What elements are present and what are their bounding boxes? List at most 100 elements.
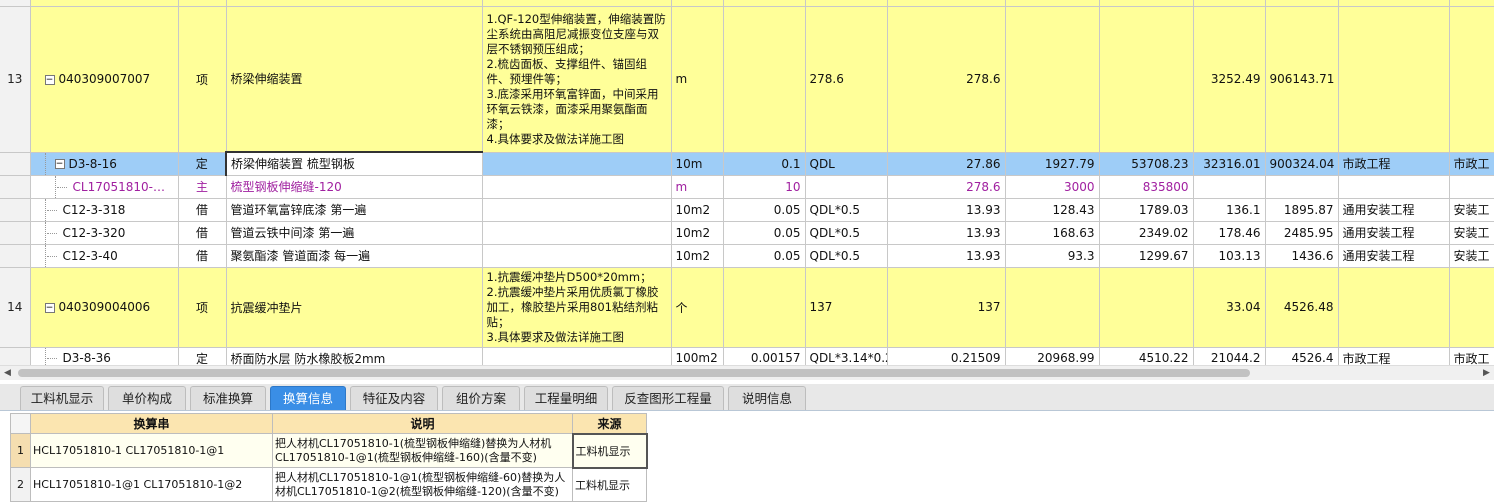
item-code[interactable]: C12-3-320 <box>30 221 179 245</box>
table-row[interactable]: 13−040309007007 项桥梁伸缩装置 1.QF-120型伸缩装置，伸缩装置… <box>0 6 1494 153</box>
row-index[interactable]: 13 <box>0 6 31 153</box>
content-coefficient[interactable]: 0.05 <box>723 198 806 222</box>
tab-reverse-graphic-quantity[interactable]: 反查图形工程量 <box>612 386 724 410</box>
quota-grid[interactable]: 13−040309007007 项桥梁伸缩装置 1.QF-120型伸缩装置，伸缩装置… <box>0 0 1494 365</box>
item-unit[interactable]: 10m2 <box>671 221 724 245</box>
quantity-expression[interactable]: QDL <box>805 152 888 176</box>
item-unit[interactable]: 个 <box>671 267 724 348</box>
table-row[interactable]: C12-3-320 借管道云铁中间漆 第一遍 10m2 0.05 QDL*0.5 13.9… <box>0 221 1494 245</box>
header-description[interactable]: 说明 <box>272 413 573 434</box>
item-type[interactable]: 借 <box>178 198 227 222</box>
composite-amount[interactable] <box>1265 175 1339 199</box>
tab-pricing-scheme[interactable]: 组价方案 <box>442 386 520 410</box>
composite-amount[interactable]: 4526.48 <box>1265 267 1339 348</box>
content-coefficient[interactable]: 0.1 <box>723 152 806 176</box>
content-coefficient[interactable]: 0.00157 <box>723 347 806 365</box>
row-index[interactable] <box>0 347 31 365</box>
specialty[interactable]: 市政工程 <box>1338 152 1450 176</box>
item-name[interactable]: 桥梁伸缩装置 <box>226 6 483 153</box>
item-type[interactable]: 借 <box>178 244 227 268</box>
composite-amount[interactable]: 1895.87 <box>1265 198 1339 222</box>
item-name[interactable]: 管道环氧富锌底漆 第一遍 <box>226 198 483 222</box>
scroll-right-icon[interactable]: ▶ <box>1479 366 1494 380</box>
unit-price[interactable]: 1927.79 <box>1005 152 1100 176</box>
specialty[interactable]: 通用安装工程 <box>1338 198 1450 222</box>
item-type[interactable]: 定 <box>178 152 227 176</box>
quantity[interactable]: 13.93 <box>887 221 1006 245</box>
horizontal-scrollbar[interactable]: ◀ ▶ <box>0 365 1494 380</box>
item-name[interactable]: 梳型钢板伸缩缝-120 <box>226 175 483 199</box>
composite-amount[interactable]: 906143.71 <box>1265 6 1339 153</box>
fee-type[interactable]: 市政工 <box>1449 347 1494 365</box>
quantity-expression[interactable]: QDL*0.5 <box>805 244 888 268</box>
row-index[interactable] <box>0 175 31 199</box>
item-type[interactable]: 借 <box>178 221 227 245</box>
quantity[interactable]: 278.6 <box>887 175 1006 199</box>
row-number[interactable]: 2 <box>10 467 31 502</box>
content-coefficient[interactable] <box>723 6 806 153</box>
composite-unit-price[interactable]: 136.1 <box>1193 198 1266 222</box>
quantity-expression[interactable] <box>805 175 888 199</box>
table-row[interactable]: CL17051810-… 主梳型钢板伸缩缝-120 m 10 278.6 3000 8358… <box>0 175 1494 199</box>
item-unit[interactable]: 10m2 <box>671 198 724 222</box>
composite-unit-price[interactable]: 33.04 <box>1193 267 1266 348</box>
item-name[interactable]: 桥梁伸缩装置 梳型钢板 <box>225 151 483 176</box>
fee-type[interactable] <box>1449 6 1494 153</box>
item-name[interactable]: 桥面防水层 防水橡胶板2mm <box>226 347 483 365</box>
item-code[interactable]: C12-3-318 <box>30 198 179 222</box>
item-name[interactable]: 聚氨酯漆 管道面漆 每一遍 <box>226 244 483 268</box>
item-name[interactable]: 抗震缓冲垫片 <box>226 267 483 348</box>
tab-description-info[interactable]: 说明信息 <box>728 386 806 410</box>
tab-quantity-detail[interactable]: 工程量明细 <box>524 386 608 410</box>
collapse-toggle-icon[interactable]: − <box>54 159 65 169</box>
conversion-source[interactable]: 工料机显示 <box>571 432 648 469</box>
unit-price[interactable] <box>1005 267 1100 348</box>
total-price[interactable]: 4510.22 <box>1099 347 1194 365</box>
fee-type[interactable] <box>1449 175 1494 199</box>
specialty[interactable]: 市政工程 <box>1338 347 1450 365</box>
collapse-toggle-icon[interactable]: − <box>44 302 55 313</box>
quantity-expression[interactable]: QDL*0.5 <box>805 198 888 222</box>
item-features[interactable] <box>482 175 672 199</box>
row-index[interactable] <box>0 152 31 176</box>
total-price[interactable]: 1789.03 <box>1099 198 1194 222</box>
quantity-expression[interactable]: 278.6 <box>805 6 888 153</box>
item-unit[interactable]: 10m <box>671 152 724 176</box>
quantity[interactable]: 278.6 <box>887 6 1006 153</box>
item-features[interactable] <box>482 244 672 268</box>
total-price[interactable]: 2349.02 <box>1099 221 1194 245</box>
content-coefficient[interactable]: 0.05 <box>723 221 806 245</box>
item-features[interactable] <box>482 198 672 222</box>
composite-unit-price[interactable]: 3252.49 <box>1193 6 1266 153</box>
collapse-toggle-icon[interactable]: − <box>44 74 55 85</box>
specialty[interactable]: 通用安装工程 <box>1338 244 1450 268</box>
composite-unit-price[interactable]: 103.13 <box>1193 244 1266 268</box>
item-unit[interactable]: 10m2 <box>671 244 724 268</box>
quantity-expression[interactable]: QDL*3.14*0.25*0.0 <box>805 347 888 365</box>
item-type[interactable]: 定 <box>178 347 227 365</box>
content-coefficient[interactable]: 0.05 <box>723 244 806 268</box>
specialty[interactable] <box>1338 6 1450 153</box>
specialty[interactable] <box>1338 175 1450 199</box>
specialty[interactable] <box>1338 267 1450 348</box>
header-source[interactable]: 来源 <box>572 413 647 434</box>
table-row[interactable]: C12-3-318 借管道环氧富锌底漆 第一遍 10m2 0.05 QDL*0.5 13.… <box>0 198 1494 222</box>
item-features[interactable] <box>482 347 672 365</box>
row-index[interactable] <box>0 221 31 245</box>
row-index[interactable] <box>0 198 31 222</box>
quantity[interactable]: 0.21509 <box>887 347 1006 365</box>
unit-price[interactable]: 93.3 <box>1005 244 1100 268</box>
table-row[interactable]: C12-3-40 借聚氨酯漆 管道面漆 每一遍 10m2 0.05 QDL*0.5 13.… <box>0 244 1494 268</box>
quantity[interactable]: 137 <box>887 267 1006 348</box>
table-row[interactable]: 2 HCL17051810-1@1 CL17051810-1@2 把人材机CL1… <box>10 467 647 502</box>
tab-standard-conversion[interactable]: 标准换算 <box>190 386 266 410</box>
quantity[interactable]: 13.93 <box>887 244 1006 268</box>
conversion-source[interactable]: 工料机显示 <box>572 467 647 502</box>
total-price[interactable]: 1299.67 <box>1099 244 1194 268</box>
item-features[interactable]: 1.抗震缓冲垫片D500*20mm； 2.抗震缓冲垫片采用优质氯丁橡胶加工，橡胶… <box>482 267 672 348</box>
conversion-description[interactable]: 把人材机CL17051810-1@1(梳型钢板伸缩缝-60)替换为人材机CL17… <box>272 467 573 502</box>
table-row[interactable]: 1 HCL17051810-1 CL17051810-1@1 把人材机CL170… <box>10 432 648 469</box>
item-type[interactable]: 项 <box>178 6 227 153</box>
conversion-string[interactable]: HCL17051810-1@1 CL17051810-1@2 <box>30 467 273 502</box>
unit-price[interactable]: 168.63 <box>1005 221 1100 245</box>
